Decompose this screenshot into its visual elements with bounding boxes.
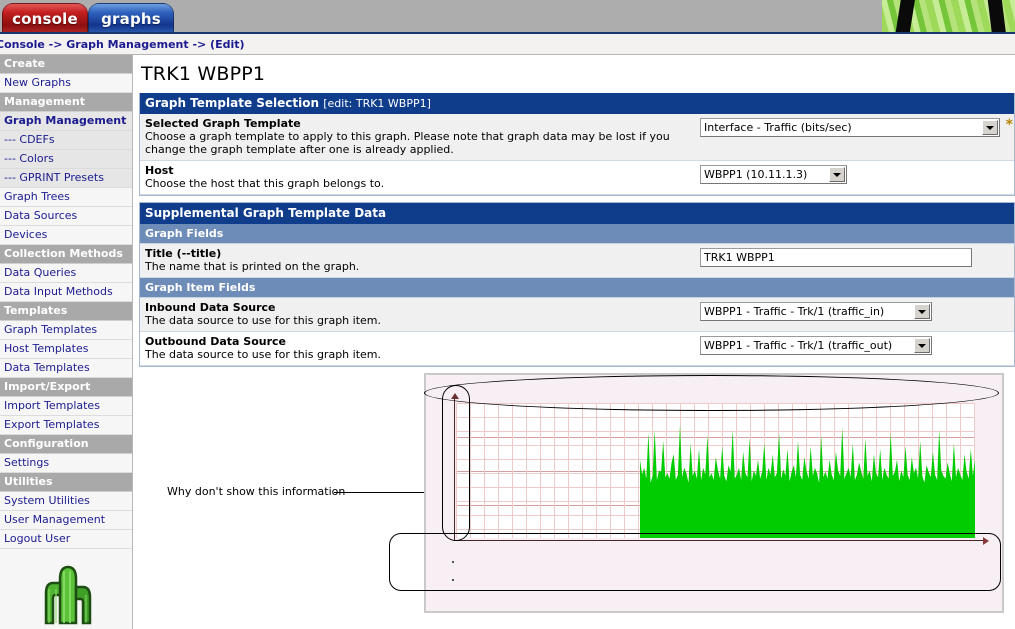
row-selected-graph-template: Selected Graph Template Choose a graph t…	[140, 114, 1014, 161]
sidebar-item-settings[interactable]: Settings	[0, 454, 132, 473]
cacti-cactus-logo-icon	[44, 565, 92, 625]
graph-template-selection-header: Graph Template Selection [edit: TRK1 WBP…	[140, 93, 1014, 114]
page-title: TRK1 WBPP1	[141, 63, 266, 85]
graph-template-selection-context: [edit: TRK1 WBPP1]	[323, 97, 431, 110]
outbound-data-source-label: Outbound Data Source	[145, 335, 287, 348]
title-input[interactable]	[700, 248, 972, 267]
annotation-callout-text: Why don't show this information	[167, 485, 346, 498]
selected-graph-template-description: Choose a graph template to apply to this…	[145, 130, 670, 156]
sidebar-header-templates: Templates	[0, 302, 132, 321]
annotation-ellipse-title-area	[424, 375, 999, 411]
tab-graphs[interactable]: graphs	[88, 3, 174, 32]
outbound-data-source-value: WBPP1 - Traffic - Trk/1 (traffic_out)	[704, 339, 893, 352]
sidebar-item-system-utilities[interactable]: System Utilities	[0, 492, 132, 511]
sidebar-item-graph-management[interactable]: Graph Management	[0, 112, 132, 131]
sidebar-item-gprint-presets[interactable]: --- GPRINT Presets	[0, 169, 132, 188]
sidebar-item-devices[interactable]: Devices	[0, 226, 132, 245]
host-label-block: Host Choose the host that this graph bel…	[145, 164, 700, 190]
breadcrumb-bar: Console -> Graph Management -> (Edit)	[0, 34, 1015, 55]
sidebar-item-data-sources[interactable]: Data Sources	[0, 207, 132, 226]
row-inbound-data-source: Inbound Data Source The data source to u…	[140, 298, 1014, 332]
sidebar-item-data-templates[interactable]: Data Templates	[0, 359, 132, 378]
sidebar-item-export-templates[interactable]: Export Templates	[0, 416, 132, 435]
supplemental-graph-template-data-panel: Supplemental Graph Template Data Graph F…	[139, 202, 1015, 367]
selected-graph-template-label: Selected Graph Template	[145, 117, 301, 130]
graph-template-selection-title: Graph Template Selection	[145, 96, 320, 110]
row-host: Host Choose the host that this graph bel…	[140, 161, 1014, 195]
inbound-data-source-description: The data source to use for this graph it…	[145, 314, 381, 327]
annotation-rect-y-axis-labels	[442, 385, 470, 541]
sidebar-item-colors[interactable]: --- Colors	[0, 150, 132, 169]
outbound-data-source-select[interactable]: WBPP1 - Traffic - Trk/1 (traffic_out)	[700, 336, 932, 355]
sidebar: Create New Graphs Management Graph Manag…	[0, 55, 133, 629]
row-outbound-data-source: Outbound Data Source The data source to …	[140, 332, 1014, 366]
graph-preview-zone: Why don't show this information	[139, 373, 1015, 623]
sidebar-item-host-templates[interactable]: Host Templates	[0, 340, 132, 359]
chevron-down-icon[interactable]	[829, 167, 845, 182]
title-field-label: Title (--title)	[145, 247, 222, 260]
outbound-data-source-description: The data source to use for this graph it…	[145, 348, 381, 361]
breadcrumb[interactable]: Console -> Graph Management -> (Edit)	[0, 38, 245, 51]
sidebar-item-cdefs[interactable]: --- CDEFs	[0, 131, 132, 150]
host-field: WBPP1 (10.11.1.3)	[700, 164, 1010, 184]
sidebar-header-collection-methods: Collection Methods	[0, 245, 132, 264]
inbound-data-source-value: WBPP1 - Traffic - Trk/1 (traffic_in)	[704, 305, 885, 318]
host-select-value: WBPP1 (10.11.1.3)	[704, 168, 808, 181]
title-field-wrap	[700, 247, 1010, 267]
required-field-marker-icon: *	[1005, 117, 1013, 133]
graph-item-fields-subheader: Graph Item Fields	[140, 278, 1014, 298]
sidebar-header-configuration: Configuration	[0, 435, 132, 454]
outbound-label-block: Outbound Data Source The data source to …	[145, 335, 700, 361]
supplemental-header: Supplemental Graph Template Data	[140, 203, 1014, 224]
host-select[interactable]: WBPP1 (10.11.1.3)	[700, 165, 847, 184]
graph-template-select[interactable]: Interface - Traffic (bits/sec)	[700, 118, 1000, 137]
graph-plot-area	[456, 403, 975, 538]
chevron-down-icon[interactable]	[982, 120, 998, 135]
sidebar-item-import-templates[interactable]: Import Templates	[0, 397, 132, 416]
title-label-block: Title (--title) The name that is printed…	[145, 247, 700, 273]
selected-graph-template-field: Interface - Traffic (bits/sec)	[700, 117, 1010, 137]
title-field-description: The name that is printed on the graph.	[145, 260, 360, 273]
graph-template-select-value: Interface - Traffic (bits/sec)	[704, 121, 852, 134]
sidebar-item-new-graphs[interactable]: New Graphs	[0, 74, 132, 93]
page-body: Create New Graphs Management Graph Manag…	[0, 55, 1015, 629]
graph-fields-subheader: Graph Fields	[140, 224, 1014, 244]
tab-console[interactable]: console	[2, 3, 88, 32]
sidebar-header-management: Management	[0, 93, 132, 112]
sidebar-item-data-queries[interactable]: Data Queries	[0, 264, 132, 283]
host-description: Choose the host that this graph belongs …	[145, 177, 385, 190]
chevron-down-icon[interactable]	[914, 338, 930, 353]
inbound-field: WBPP1 - Traffic - Trk/1 (traffic_in)	[700, 301, 1010, 321]
sidebar-item-user-management[interactable]: User Management	[0, 511, 132, 530]
sidebar-header-import-export: Import/Export	[0, 378, 132, 397]
graph-template-selection-panel: Graph Template Selection [edit: TRK1 WBP…	[139, 93, 1015, 196]
sidebar-header-create: Create	[0, 55, 132, 74]
sidebar-item-graph-trees[interactable]: Graph Trees	[0, 188, 132, 207]
host-label: Host	[145, 164, 174, 177]
inbound-label-block: Inbound Data Source The data source to u…	[145, 301, 700, 327]
annotation-callout-line	[334, 492, 424, 493]
sidebar-header-utilities: Utilities	[0, 473, 132, 492]
selected-graph-template-label-block: Selected Graph Template Choose a graph t…	[145, 117, 700, 156]
inbound-data-source-select[interactable]: WBPP1 - Traffic - Trk/1 (traffic_in)	[700, 302, 932, 321]
sidebar-item-data-input-methods[interactable]: Data Input Methods	[0, 283, 132, 302]
outbound-field: WBPP1 - Traffic - Trk/1 (traffic_out)	[700, 335, 1010, 355]
main-content: TRK1 WBPP1 * Graph Template Selection [e…	[133, 55, 1015, 629]
traffic-series-area	[640, 424, 975, 538]
app-banner: console graphs	[0, 0, 1015, 34]
sidebar-item-graph-templates[interactable]: Graph Templates	[0, 321, 132, 340]
inbound-data-source-label: Inbound Data Source	[145, 301, 276, 314]
grass-banner-graphic	[882, 0, 1015, 32]
row-title-field: Title (--title) The name that is printed…	[140, 244, 1014, 278]
annotation-rect-legend-area	[389, 533, 1001, 591]
chevron-down-icon[interactable]	[914, 304, 930, 319]
